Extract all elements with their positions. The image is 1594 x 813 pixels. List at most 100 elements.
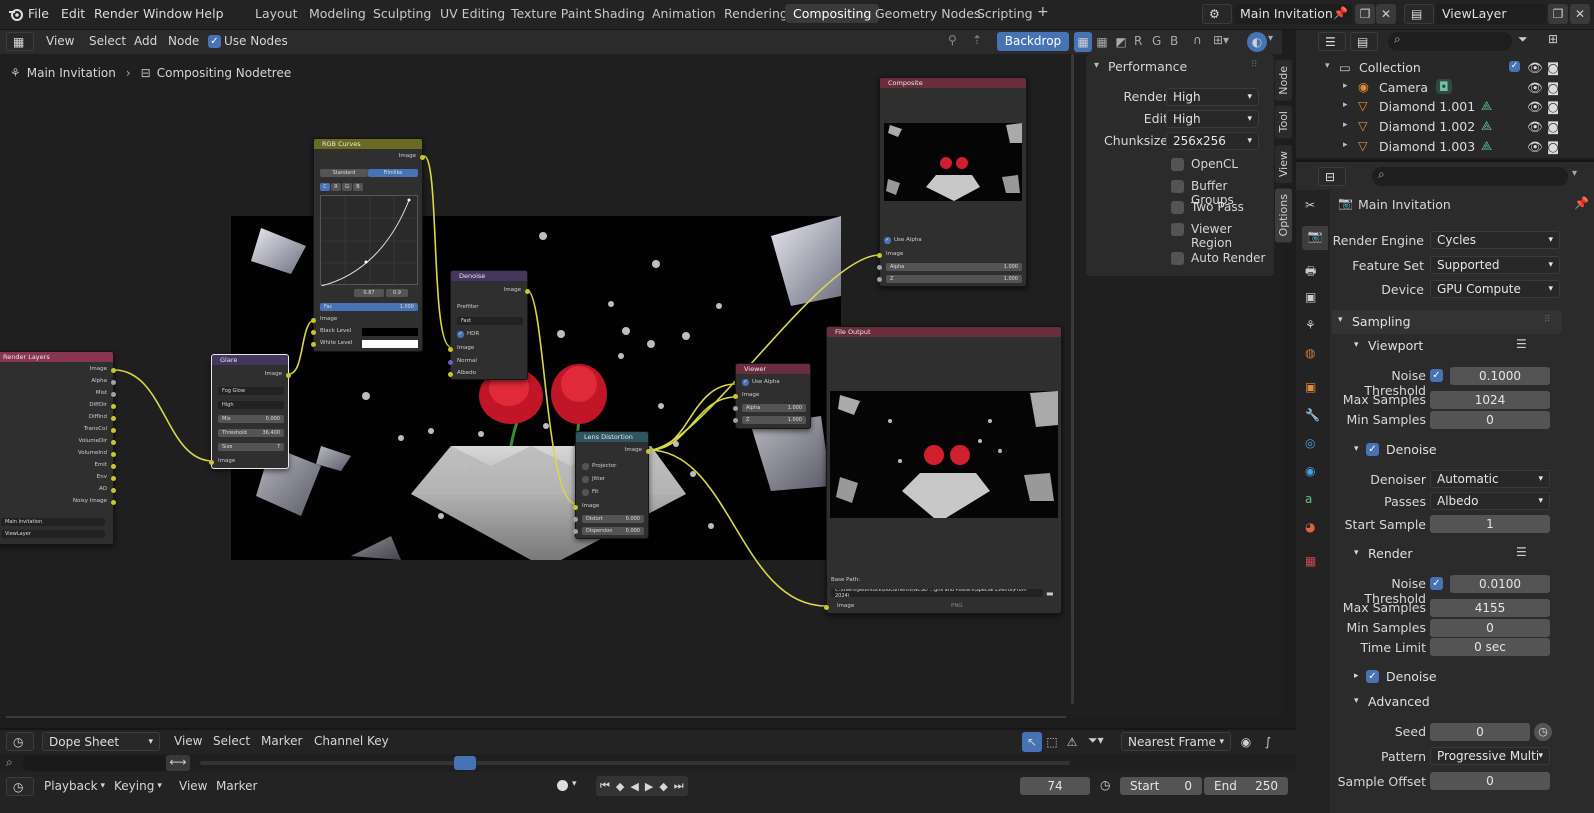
tab-view[interactable]: View <box>1275 145 1292 184</box>
node-composite[interactable]: Composite ✓ Use Alpha Image Alpha 1.000 Z… <box>877 77 1027 287</box>
blender-logo-icon[interactable] <box>8 6 24 22</box>
dispersion-field[interactable]: Dispersion 0.000 <box>582 527 644 535</box>
tool-tab-icon[interactable]: ✂ <box>1305 198 1315 212</box>
list-item[interactable]: ▾ ▭ Collection ✓ 👁 ◙ <box>1296 58 1594 78</box>
clock-icon[interactable]: ◷ <box>1100 778 1110 792</box>
tl-menu-key[interactable]: Key <box>367 734 389 748</box>
camera-icon[interactable]: ◙ <box>1547 60 1559 75</box>
properties-type-icon[interactable]: ⊟ <box>1318 167 1346 186</box>
list-item[interactable]: ▸ ▽ Diamond 1.001 ⟁ 👁 ◙ <box>1296 97 1594 117</box>
view-menu[interactable]: View <box>179 779 207 793</box>
advanced-title[interactable]: Advanced <box>1368 694 1430 709</box>
outliner-search-input[interactable]: ⌕ <box>1388 32 1512 51</box>
socket-emit[interactable] <box>111 464 116 469</box>
channel-c-button[interactable]: C <box>320 183 330 191</box>
list-item[interactable]: ▸ ▽ Diamond 1.002 ⟁ 👁 ◙ <box>1296 117 1594 137</box>
new-scene-icon[interactable]: ❐ <box>1355 4 1375 24</box>
proportional-icon[interactable]: ◉ <box>1236 732 1256 752</box>
viewport-title[interactable]: Viewport <box>1368 338 1423 353</box>
tab-options[interactable]: Options <box>1275 188 1292 243</box>
socket-image-in[interactable] <box>824 605 829 610</box>
snap-icon[interactable]: ∩ <box>1193 33 1202 47</box>
tab-compositing[interactable]: Compositing <box>785 4 880 23</box>
camera-icon[interactable]: ◙ <box>1547 80 1559 95</box>
overlay-icon[interactable]: ◐ <box>1247 32 1267 52</box>
node-denoise[interactable]: Denoise Image Prefilter Fast ✓ HDR Image… <box>448 270 530 380</box>
list-item[interactable]: ▸ ▽ Diamond 1.003 ⟁ 👁 ◙ <box>1296 137 1594 157</box>
mesh-data-icon[interactable]: ⟁ <box>1481 98 1492 114</box>
chevron-down-icon[interactable]: ▾ <box>1094 60 1099 71</box>
view-layer-icon[interactable]: ▤ <box>1404 4 1434 24</box>
chevron-down-icon[interactable]: ▾ <box>1354 548 1359 558</box>
node-header[interactable]: Render Layers <box>0 352 113 362</box>
node-header[interactable]: Lens Distortion <box>576 432 648 442</box>
pin-icon[interactable]: ⚲ <box>948 33 957 47</box>
render-tab-icon[interactable]: 📷 <box>1302 226 1328 250</box>
timeline-scrollbar[interactable] <box>200 761 1070 765</box>
mesh-data-icon[interactable]: ⟁ <box>1481 138 1492 154</box>
r-max-field[interactable]: 4155 <box>1430 599 1550 617</box>
preset-list-icon[interactable]: ☰ <box>1516 337 1527 351</box>
socket-mist[interactable] <box>111 392 116 397</box>
socket-env[interactable] <box>111 476 116 481</box>
alpha-field[interactable]: Alpha 1.000 <box>742 404 806 412</box>
socket-z[interactable] <box>733 418 738 423</box>
node-header[interactable]: File Output <box>827 327 1061 337</box>
menu-render[interactable]: Render <box>94 6 139 21</box>
seed-field[interactable]: 0 <box>1430 723 1530 741</box>
swap-icon[interactable]: ⟷ <box>166 755 190 771</box>
tab-modeling[interactable]: Modeling <box>309 6 366 21</box>
socket-alpha[interactable] <box>111 380 116 385</box>
physics-tab-icon[interactable]: ◉ <box>1305 464 1315 478</box>
start-frame-field[interactable]: Start 0 <box>1120 777 1202 795</box>
eye-icon[interactable]: 👁 <box>1527 119 1543 135</box>
chevron-down-icon[interactable]: ▾ <box>572 779 577 789</box>
menu-window[interactable]: Window <box>143 6 192 21</box>
node-header[interactable]: Denoise <box>451 271 527 281</box>
chevron-right-icon[interactable]: ▸ <box>1343 140 1348 150</box>
jump-start-icon[interactable]: ⏮ <box>600 779 610 793</box>
texture-tab-icon[interactable]: ▦ <box>1305 554 1316 568</box>
chevron-down-icon[interactable]: ▾ <box>1325 61 1330 71</box>
view-layer-tab-icon[interactable]: ▣ <box>1305 290 1316 304</box>
particles-tab-icon[interactable]: ◎ <box>1305 436 1315 450</box>
glare-type-dropdown[interactable]: Fog Glow <box>218 387 284 395</box>
tab-layout[interactable]: Layout <box>255 6 298 21</box>
vp-denoise-checkbox[interactable]: ✓ <box>1366 443 1379 456</box>
projector-checkbox[interactable] <box>582 463 589 470</box>
tab-tool[interactable]: Tool <box>1275 105 1292 139</box>
scene-selector-icon[interactable]: ⚙ <box>1202 4 1232 24</box>
camera-icon[interactable]: ◙ <box>1547 139 1559 154</box>
alpha-field[interactable]: Alpha 1.000 <box>886 263 1022 271</box>
eye-icon[interactable]: 👁 <box>1527 60 1543 76</box>
chevron-down-icon[interactable]: ▾ <box>1572 168 1577 179</box>
vertical-scrollbar[interactable] <box>1071 54 1074 704</box>
base-path-field[interactable]: C:\Users\jasontuck\Documents\NCSD ...gns… <box>831 589 1043 597</box>
editor-type-icon[interactable]: ▦ <box>6 32 34 51</box>
sample-offset-field[interactable]: 0 <box>1430 772 1550 790</box>
select-tool-icon[interactable]: ↖ <box>1022 732 1042 752</box>
next-keyframe-icon[interactable]: ◆ <box>659 780 667 793</box>
r-min-field[interactable]: 0 <box>1430 619 1550 637</box>
material-tab-icon[interactable]: ◕ <box>1305 520 1315 534</box>
keying-menu[interactable]: Keying ▾ <box>114 779 162 793</box>
object-tab-icon[interactable]: ▣ <box>1305 380 1316 394</box>
chunksize-dropdown[interactable]: 256x256 ▾ <box>1166 132 1259 150</box>
channel-r-button[interactable]: R <box>331 183 341 191</box>
tab-rendering[interactable]: Rendering <box>724 6 788 21</box>
threshold-field[interactable]: Threshold 36.400 <box>218 429 284 437</box>
node-viewer[interactable]: Viewer ✓ Use Alpha Image Alpha 1.000 Z 1.0… <box>733 363 811 429</box>
performance-title[interactable]: Performance <box>1108 59 1187 74</box>
node-header[interactable]: Glare <box>212 355 288 365</box>
mix-field[interactable]: Mix 0.000 <box>218 415 284 423</box>
menu-help[interactable]: Help <box>195 6 224 21</box>
curve-y-value[interactable]: 0.9 <box>386 289 408 297</box>
vp-noise-field[interactable]: 0.1000 <box>1450 367 1550 385</box>
socket-image-in[interactable] <box>448 347 453 352</box>
drag-handle-icon[interactable]: ⠿ <box>1251 60 1258 70</box>
node-lens-distortion[interactable]: Lens Distortion Image Projector Jitter F… <box>573 431 651 539</box>
jitter-checkbox[interactable] <box>582 476 589 483</box>
chevron-right-icon[interactable]: ▸ <box>1343 120 1348 130</box>
backdrop-color-alpha-icon[interactable]: ▦ <box>1093 32 1111 52</box>
two-pass-checkbox[interactable] <box>1171 201 1184 214</box>
